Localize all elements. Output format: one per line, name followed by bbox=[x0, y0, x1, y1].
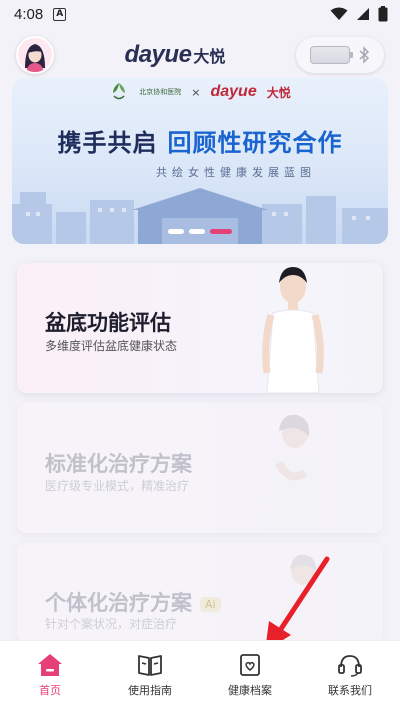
carousel-dot-active[interactable] bbox=[210, 229, 232, 234]
tab-home[interactable]: 首页 bbox=[0, 653, 100, 698]
tab-label: 使用指南 bbox=[128, 684, 172, 697]
phone-battery-icon bbox=[378, 6, 388, 22]
health-record-icon bbox=[240, 654, 260, 676]
carousel-dot[interactable] bbox=[168, 229, 184, 234]
bottom-tab-bar: 首页 使用指南 健康档案 联系我们 bbox=[0, 640, 400, 710]
card-title-text: 个体化治疗方案 bbox=[45, 591, 192, 615]
battery-icon bbox=[309, 46, 353, 64]
partner-hospital: 北京协和医院 bbox=[139, 88, 182, 96]
standard-treatment-card[interactable]: 标准化治疗方案 医疗级专业模式，精准治疗 bbox=[17, 403, 383, 533]
card-title: 标准化治疗方案 bbox=[45, 452, 192, 476]
partner-brand-cn: 大悦 bbox=[266, 85, 291, 100]
status-time: 4:08 bbox=[14, 5, 44, 23]
card-title: 盆底功能评估 bbox=[45, 311, 171, 335]
tab-guide[interactable]: 使用指南 bbox=[100, 653, 200, 698]
model-illustration bbox=[262, 267, 324, 393]
user-avatar-icon bbox=[18, 38, 52, 72]
personalized-treatment-card[interactable]: 个体化治疗方案 Ai 针对个案状况，对症治疗 bbox=[17, 543, 383, 643]
hospital-logo-icon bbox=[113, 83, 126, 100]
wifi-icon bbox=[330, 7, 348, 20]
model-illustration bbox=[265, 414, 323, 533]
signal-icon bbox=[357, 8, 369, 20]
card-title: 个体化治疗方案 Ai bbox=[45, 587, 221, 617]
banner-title: 携手共启 回顾性研究合作 bbox=[12, 123, 388, 158]
headset-icon bbox=[338, 655, 362, 677]
promo-banner[interactable]: 北京协和医院 × dayue 大悦 携手共启 回顾性研究合作 共绘女性健康发展蓝图 bbox=[12, 78, 388, 244]
carousel-dot[interactable] bbox=[189, 229, 205, 234]
tab-contact[interactable]: 联系我们 bbox=[300, 653, 400, 698]
home-icon bbox=[38, 654, 62, 676]
tab-label: 联系我们 bbox=[328, 684, 372, 697]
notification-badge: A bbox=[53, 7, 67, 21]
partner-brand: dayue bbox=[210, 83, 257, 100]
book-icon bbox=[138, 655, 162, 676]
tab-health-record[interactable]: 健康档案 bbox=[200, 653, 300, 698]
user-avatar[interactable] bbox=[16, 36, 54, 74]
bluetooth-icon bbox=[359, 46, 370, 64]
card-subtitle: 多维度评估盆底健康状态 bbox=[45, 339, 178, 353]
tab-label: 健康档案 bbox=[228, 684, 272, 697]
banner-title-part2: 回顾性研究合作 bbox=[167, 129, 343, 157]
banner-title-part1: 携手共启 bbox=[57, 129, 158, 157]
logo-word: dayue bbox=[124, 41, 192, 68]
card-subtitle: 医疗级专业模式，精准治疗 bbox=[45, 479, 190, 493]
status-bar: 4:08 A bbox=[0, 0, 400, 28]
model-illustration bbox=[279, 554, 327, 643]
ai-badge: Ai bbox=[200, 596, 221, 612]
card-subtitle: 针对个案状况，对症治疗 bbox=[45, 617, 178, 631]
device-status-button[interactable] bbox=[295, 37, 384, 73]
partner-x: × bbox=[191, 85, 201, 99]
logo-cn: 大悦 bbox=[193, 49, 226, 66]
banner-partners: 北京协和医院 × dayue 大悦 bbox=[12, 78, 388, 106]
tab-label: 首页 bbox=[39, 684, 61, 697]
pelvic-assessment-card[interactable]: 盆底功能评估 多维度评估盆底健康状态 bbox=[17, 263, 383, 393]
app-header: dayue 大悦 bbox=[0, 30, 400, 80]
brand-logo: dayue 大悦 bbox=[125, 41, 226, 69]
carousel-indicator[interactable] bbox=[12, 229, 388, 234]
